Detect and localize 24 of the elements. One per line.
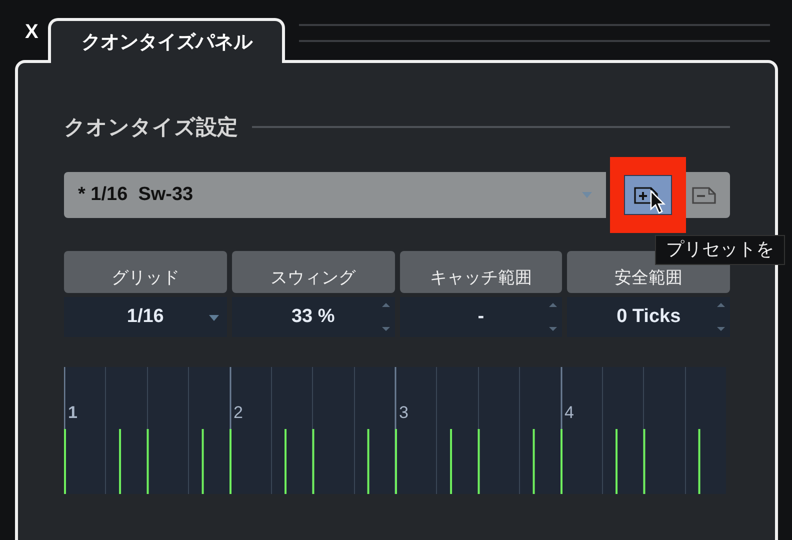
preset-dropdown[interactable]: * 1/16 Sw-33 — [64, 172, 606, 218]
section-title: クオンタイズ設定 — [64, 114, 238, 141]
caret-icon — [582, 192, 592, 198]
close-button[interactable]: X — [15, 14, 48, 50]
spinner-icon[interactable] — [549, 302, 558, 332]
preset-name: * 1/16 Sw-33 — [78, 184, 194, 206]
spinner-icon[interactable] — [717, 302, 725, 332]
parameter-label: グリッド — [64, 251, 227, 293]
value-field[interactable]: 33 % — [232, 297, 394, 337]
beat-number: 2 — [234, 403, 243, 423]
value-field[interactable]: - — [400, 297, 562, 337]
value-field[interactable]: 1/16 — [64, 297, 227, 337]
add-preset-button[interactable] — [624, 175, 672, 215]
caret-icon — [208, 315, 219, 321]
beat-number: 3 — [399, 403, 408, 423]
panel-tab[interactable]: クオンタイズパネル — [48, 18, 286, 63]
parameter-label: キャッチ範囲 — [400, 251, 562, 293]
parameter-label: スウィング — [232, 251, 394, 293]
pointer-icon — [650, 190, 666, 214]
beat-number: 4 — [564, 403, 574, 423]
value-field[interactable]: 0 Ticks — [567, 297, 730, 337]
spinner-icon[interactable] — [382, 302, 390, 332]
beat-number: 1 — [68, 403, 78, 423]
tooltip: プリセットを — [655, 235, 785, 265]
